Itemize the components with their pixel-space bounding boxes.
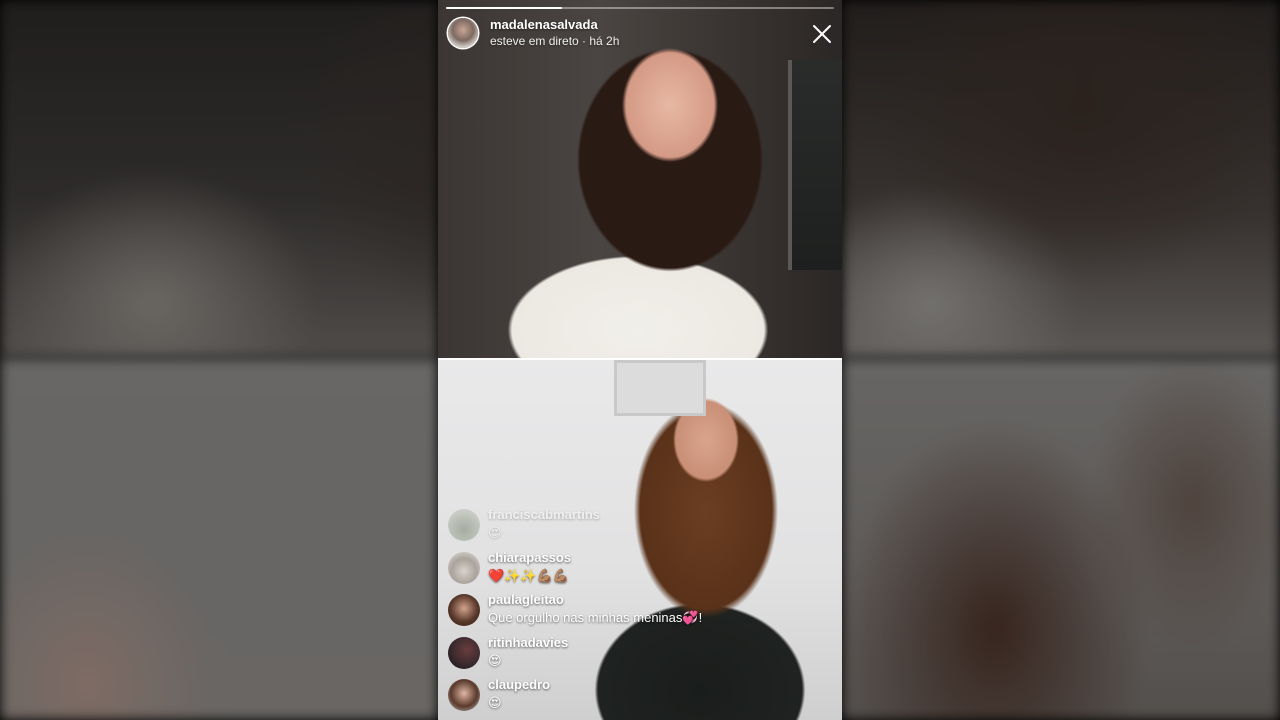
commenter-avatar[interactable] (448, 636, 480, 669)
comment-item: paulagleitao Que orgulho nas minhas meni… (448, 591, 828, 634)
comments-list: franciscabmartins 😍 chiarapassos ❤️✨✨💪🏽💪… (448, 506, 828, 719)
host-avatar[interactable] (448, 18, 478, 48)
close-icon (813, 25, 831, 43)
commenter-avatar[interactable] (448, 509, 480, 541)
close-button[interactable] (808, 20, 836, 48)
host-username[interactable]: madalenasalvada (490, 17, 598, 32)
comment-text: 😍 (488, 695, 502, 710)
live-replay-screen: madalenasalvada esteve em direto · há 2h… (0, 0, 1280, 720)
live-panel: madalenasalvada esteve em direto · há 2h… (438, 0, 842, 720)
comment-username[interactable]: claupedro (488, 677, 550, 692)
commenter-avatar[interactable] (448, 594, 480, 626)
comment-text: 😍 (488, 525, 502, 540)
comment-username[interactable]: ritinhadavies (488, 635, 568, 650)
host-video (438, 0, 842, 358)
commenter-avatar[interactable] (448, 679, 480, 711)
comment-username[interactable]: franciscabmartins (488, 507, 600, 522)
progress-fill (446, 7, 563, 9)
blurred-background-left (0, 0, 438, 720)
comment-text: ❤️✨✨💪🏽💪🏽 (488, 567, 569, 583)
comment-username[interactable]: paulagleitao (488, 592, 564, 607)
live-status: esteve em direto · há 2h (490, 34, 620, 48)
comment-username[interactable]: chiarapassos (488, 550, 571, 565)
comment-text: 😍 (488, 652, 502, 668)
blurred-background-right (842, 0, 1280, 720)
comment-item: chiarapassos ❤️✨✨💪🏽💪🏽 (448, 549, 828, 592)
comment-item: ritinhadavies 😍 (448, 634, 828, 677)
commenter-avatar[interactable] (448, 551, 480, 584)
progress-bar (446, 7, 834, 9)
comment-text: Que orgulho nas minhas meninas💞! (488, 610, 703, 625)
comment-item: claupedro 😍 (448, 676, 828, 719)
comment-item: franciscabmartins 😍 (448, 506, 828, 549)
